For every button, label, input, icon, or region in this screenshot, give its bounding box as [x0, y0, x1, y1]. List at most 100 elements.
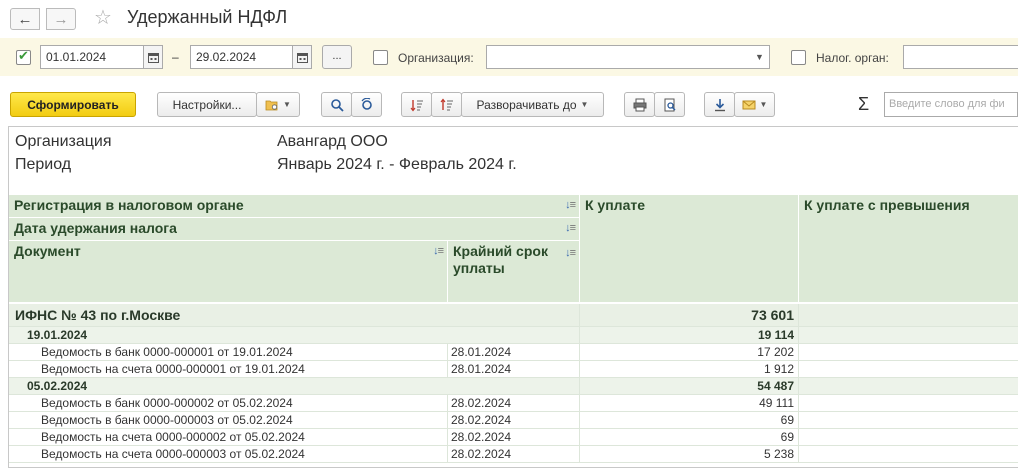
table-row[interactable]: Ведомость в банк 0000-000003 от 05.02.20… [9, 412, 1018, 429]
group-row[interactable]: 05.02.2024 54 487 [9, 378, 1018, 395]
row-amount: 5 238 [580, 446, 799, 463]
sort-levels-icon [410, 99, 423, 111]
meta-period-key: Период [15, 156, 72, 173]
envelope-icon [742, 100, 756, 109]
tax-office-label: Налог. орган: [816, 51, 889, 65]
row-amount-excess [799, 446, 1018, 463]
favorite-star-icon[interactable]: ☆ [94, 5, 112, 30]
send-email-button[interactable]: ▼ [734, 92, 775, 117]
find-button[interactable] [321, 92, 352, 117]
printer-icon [633, 98, 646, 111]
row-deadline: 28.01.2024 [448, 344, 580, 361]
sort-ascending-button[interactable] [401, 92, 432, 117]
print-preview-icon [664, 98, 676, 111]
arrow-left-icon: ← [17, 10, 33, 28]
search-next-icon [360, 97, 372, 110]
row-amount-excess [799, 429, 1018, 446]
header-to-pay[interactable]: К уплате [580, 195, 799, 303]
row-tax-office: ИФНС № 43 по г.Москве [9, 304, 580, 327]
window-title: Удержанный НДФЛ [127, 7, 288, 27]
calendar-icon [147, 52, 159, 63]
organization-checkbox[interactable] [373, 50, 388, 65]
folder-settings-icon [265, 100, 278, 110]
organization-field[interactable] [486, 45, 752, 69]
chevron-down-icon: ▼ [755, 52, 764, 62]
header-document[interactable]: Документ ↓≡ [9, 241, 448, 303]
calendar-icon [296, 52, 308, 63]
row-document: Ведомость в банк 0000-000001 от 19.01.20… [9, 344, 448, 361]
date-from-field[interactable]: 01.01.2024 [40, 45, 144, 69]
chevron-down-icon: ▼ [283, 100, 291, 109]
row-deadline: 28.02.2024 [448, 446, 580, 463]
period-select-button[interactable]: ... [322, 45, 352, 69]
chevron-down-icon: ▼ [580, 100, 589, 109]
table-row[interactable]: Ведомость на счета 0000-000003 от 05.02.… [9, 446, 1018, 463]
row-deadline: 28.02.2024 [448, 395, 580, 412]
save-button[interactable] [704, 92, 735, 117]
row-amount-excess [799, 304, 1018, 327]
expand-to-label: Разворачивать до [476, 97, 577, 112]
sort-icon[interactable]: ↓≡ [565, 222, 576, 234]
table-row[interactable]: Ведомость в банк 0000-000001 от 19.01.20… [9, 344, 1018, 361]
row-document: Ведомость в банк 0000-000003 от 05.02.20… [9, 412, 448, 429]
print-button[interactable] [624, 92, 655, 117]
tax-office-field[interactable] [903, 45, 1018, 69]
date-from-calendar-button[interactable] [143, 45, 163, 69]
sort-levels-up-icon [440, 98, 453, 110]
sort-icon[interactable]: ↓≡ [433, 245, 444, 257]
row-amount: 17 202 [580, 344, 799, 361]
forward-button[interactable]: → [46, 8, 76, 30]
row-amount: 54 487 [580, 378, 799, 395]
date-to-calendar-button[interactable] [292, 45, 312, 69]
generate-button[interactable]: Сформировать [10, 92, 136, 117]
row-amount: 19 114 [580, 327, 799, 344]
chevron-down-icon: ▼ [759, 100, 768, 109]
row-amount: 1 912 [580, 361, 799, 378]
meta-org-value: Авангард ООО [277, 133, 388, 150]
meta-period-value: Январь 2024 г. - Февраль 2024 г. [277, 156, 517, 173]
title-bar: ← → ☆ Удержанный НДФЛ [0, 0, 1018, 36]
search-input[interactable]: Введите слово для фи [884, 92, 1018, 117]
row-date: 05.02.2024 [9, 378, 580, 395]
date-to-field[interactable]: 29.02.2024 [190, 45, 294, 69]
search-icon [330, 98, 344, 112]
organization-dropdown-button[interactable]: ▼ [750, 45, 770, 69]
row-document: Ведомость на счета 0000-000003 от 05.02.… [9, 446, 448, 463]
row-amount: 49 111 [580, 395, 799, 412]
row-amount-excess [799, 395, 1018, 412]
organization-label: Организация: [398, 51, 474, 65]
back-button[interactable]: ← [10, 8, 40, 30]
row-deadline: 28.02.2024 [448, 412, 580, 429]
period-checkbox[interactable] [16, 48, 31, 65]
print-preview-button[interactable] [654, 92, 685, 117]
find-next-button[interactable] [351, 92, 382, 117]
row-amount-excess [799, 327, 1018, 344]
row-date: 19.01.2024 [9, 327, 580, 344]
variants-button[interactable]: ▼ [256, 92, 300, 117]
row-deadline: 28.02.2024 [448, 429, 580, 446]
table-row[interactable]: Ведомость в банк 0000-000002 от 05.02.20… [9, 395, 1018, 412]
settings-button[interactable]: Настройки... [157, 92, 257, 117]
tax-office-checkbox[interactable] [791, 50, 806, 65]
row-amount-excess [799, 378, 1018, 395]
group-row[interactable]: 19.01.2024 19 114 [9, 327, 1018, 344]
header-deadline[interactable]: Крайний срок уплаты ↓≡ [448, 241, 580, 303]
row-amount: 69 [580, 429, 799, 446]
sort-icon[interactable]: ↓≡ [565, 199, 576, 211]
sort-descending-button[interactable] [431, 92, 462, 117]
expand-to-button[interactable]: Разворачивать до ▼ [461, 92, 604, 117]
table-row[interactable]: Ведомость на счета 0000-000002 от 05.02.… [9, 429, 1018, 446]
arrow-right-icon: → [53, 10, 69, 28]
download-icon [714, 98, 725, 111]
row-document: Ведомость на счета 0000-000001 от 19.01.… [9, 361, 448, 378]
row-amount-excess [799, 361, 1018, 378]
group-row[interactable]: ИФНС № 43 по г.Москве 73 601 [9, 304, 1018, 327]
header-withhold-date[interactable]: Дата удержания налога ↓≡ [9, 218, 580, 241]
header-to-pay-excess[interactable]: К уплате с превышения [799, 195, 1018, 303]
row-amount-excess [799, 344, 1018, 361]
sort-icon[interactable]: ↓≡ [565, 245, 576, 262]
table-row[interactable]: Ведомость на счета 0000-000001 от 19.01.… [9, 361, 1018, 378]
meta-org-key: Организация [15, 133, 112, 150]
header-registration[interactable]: Регистрация в налоговом органе ↓≡ [9, 195, 580, 218]
sum-icon[interactable]: Σ [858, 94, 869, 115]
